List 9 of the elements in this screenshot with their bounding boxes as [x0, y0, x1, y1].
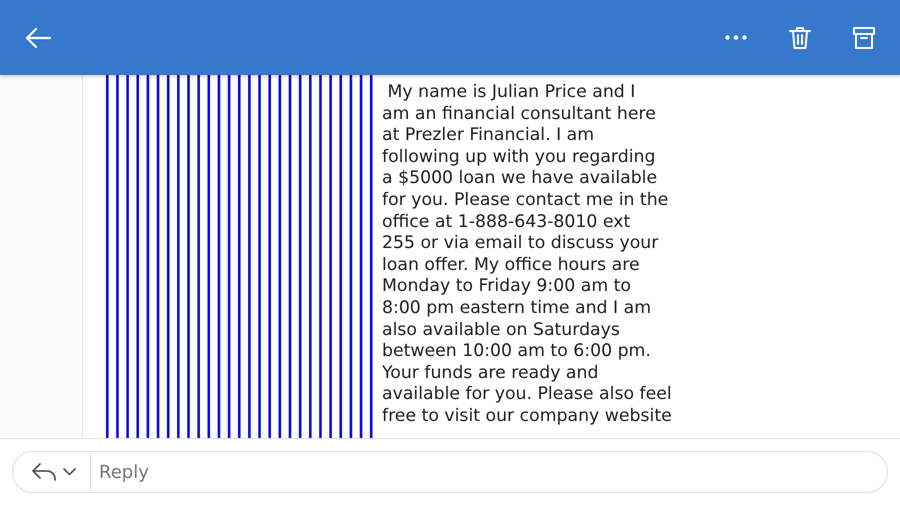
chevron-down-icon	[63, 468, 76, 476]
reply-arrow-icon	[31, 462, 57, 482]
archive-icon	[852, 26, 876, 50]
reply-box[interactable]: Reply	[12, 451, 888, 493]
message-body: My name is Julian Price and I am an financial consultant here at Prezler Financial. I am following up with you regarding a $5000 loan we have available for you. Please contact me in the office at 1-888-643-8010 ext 255 or via email to discuss your loan offer. My office hours are Monday to Friday 9:00 am to 8:00 pm eastern time and I am also available on Saturdays between 10:00 am to 6:00 pm. Your funds are ready and available for you. Please also feel free to visit our company website	[382, 82, 672, 428]
more-icon	[725, 35, 747, 40]
trash-icon	[789, 26, 811, 50]
reply-field[interactable]: Reply	[91, 462, 887, 482]
back-arrow-icon	[25, 26, 51, 48]
